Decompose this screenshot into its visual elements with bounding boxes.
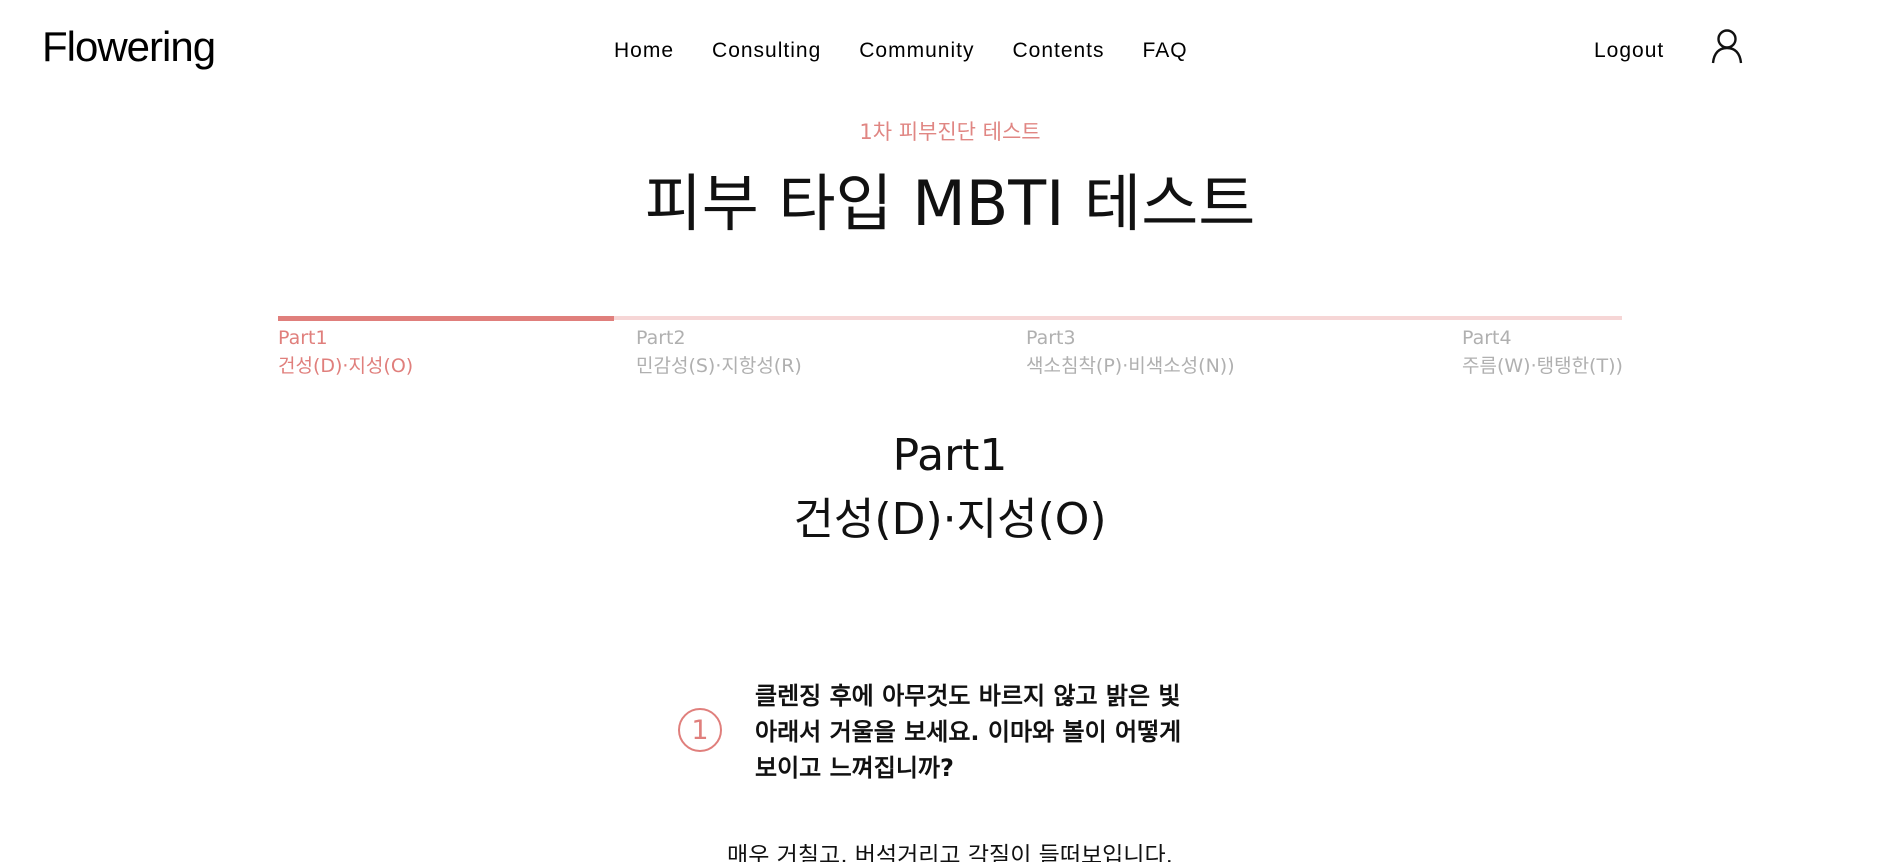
step-part4[interactable]: Part4 주름(W)·탱탱한(T)) [1462, 324, 1623, 380]
progress-fill [278, 316, 614, 321]
step-part3[interactable]: Part3 색소침착(P)·비색소성(N)) [1026, 324, 1235, 380]
test-subtitle: 1차 피부진단 테스트 [859, 120, 1041, 144]
answer-option[interactable]: 매우 거칠고, 버석거리고 각질이 들떠보입니다. [0, 836, 1880, 862]
question-line: 아래서 거울을 보세요. 이마와 볼이 어떻게 [755, 718, 1182, 746]
logout-link[interactable]: Logout [1594, 39, 1664, 63]
main-nav: Home Consulting Community Contents FAQ [614, 39, 1188, 63]
step-label: 주름(W)·탱탱한(T)) [1462, 355, 1623, 377]
step-label: 색소침착(P)·비색소성(N)) [1026, 355, 1235, 377]
step-label: 건성(D)·지성(O) [278, 355, 414, 377]
step-label: 민감성(S)·지항성(R) [636, 355, 802, 377]
step-part: Part4 [1462, 327, 1512, 349]
section-label: 건성(D)·지성(O) [793, 494, 1107, 545]
logo[interactable]: Flowering [42, 26, 216, 68]
question-text: 클렌징 후에 아무것도 바르지 않고 밝은 빛 아래서 거울을 보세요. 이마와… [755, 678, 1225, 786]
section-heading: Part1 건성(D)·지성(O) [0, 424, 1880, 552]
user-icon[interactable] [1710, 28, 1744, 64]
question-line: 보이고 느껴집니까? [755, 754, 954, 782]
step-part: Part3 [1026, 327, 1076, 349]
nav-faq[interactable]: FAQ [1143, 39, 1188, 63]
step-part1[interactable]: Part1 건성(D)·지성(O) [278, 324, 413, 380]
nav-consulting[interactable]: Consulting [712, 39, 821, 63]
nav-community[interactable]: Community [859, 39, 974, 63]
page-title: 피부 타입 MBTI 테스트 [644, 167, 1256, 240]
question-line: 클렌징 후에 아무것도 바르지 않고 밝은 빛 [755, 682, 1181, 710]
question-number-badge: 1 [678, 708, 722, 752]
step-part: Part2 [636, 327, 686, 349]
section-part: Part1 [892, 430, 1008, 481]
page: Flowering Home Consulting Community Cont… [0, 0, 1880, 862]
step-part2[interactable]: Part2 민감성(S)·지항성(R) [636, 324, 802, 380]
nav-contents[interactable]: Contents [1012, 39, 1104, 63]
step-part: Part1 [278, 327, 328, 349]
nav-home[interactable]: Home [614, 39, 674, 63]
